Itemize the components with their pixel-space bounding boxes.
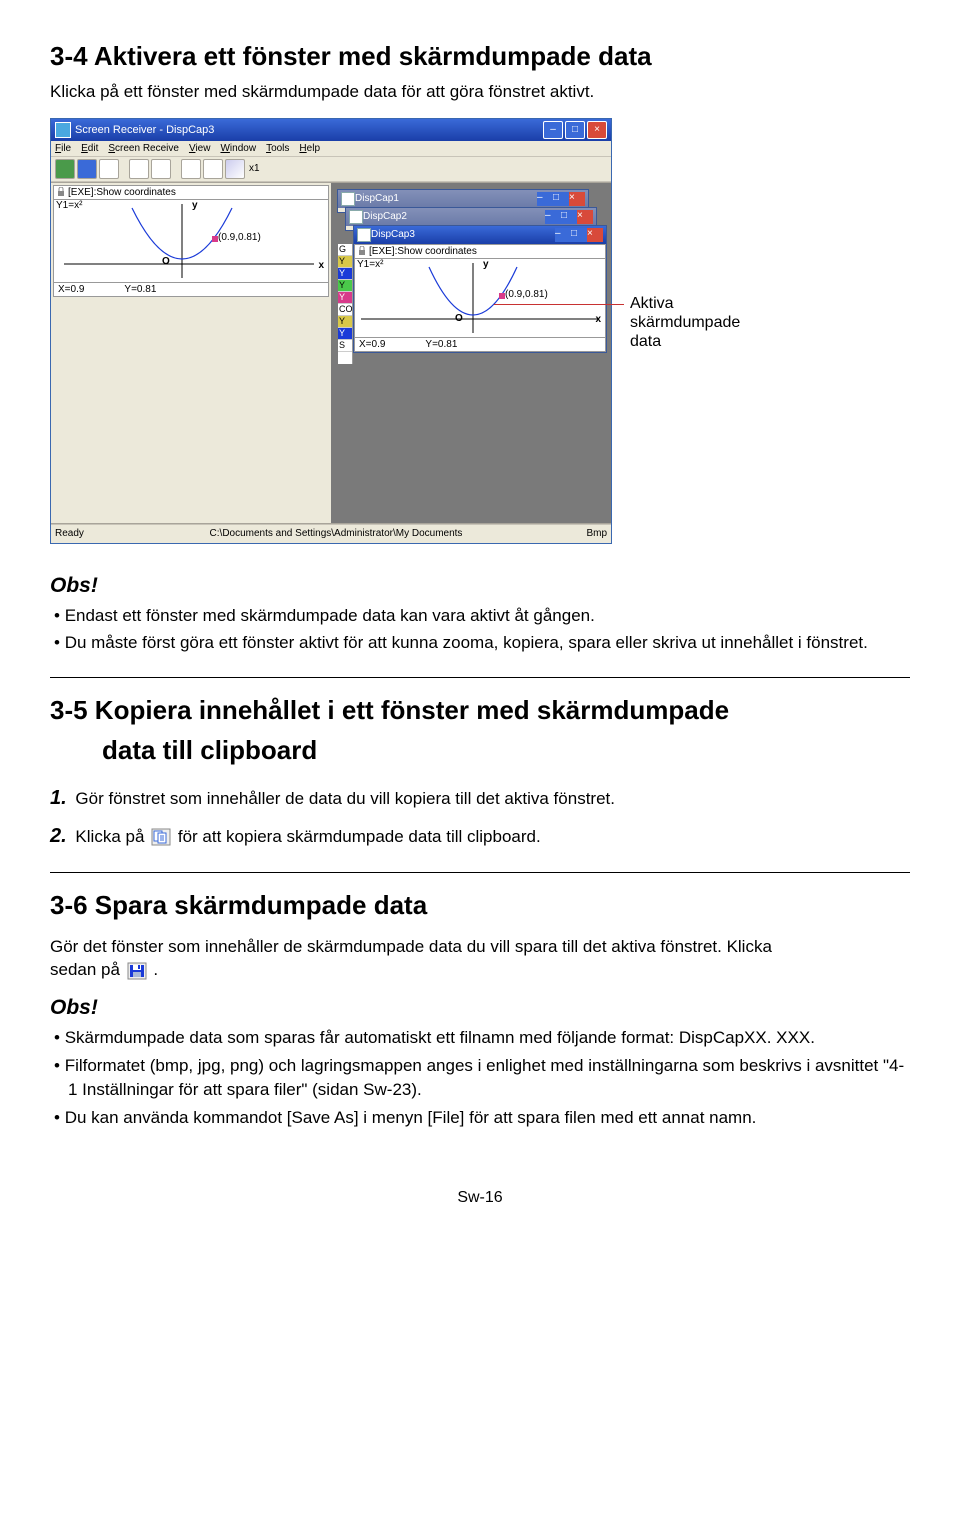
child-icon — [349, 210, 363, 224]
toolbar-btn[interactable] — [99, 159, 119, 179]
child-icon — [341, 192, 355, 206]
menu-edit[interactable]: Edit — [81, 143, 98, 154]
partial-sidebar: G Y Y Y Y CO Y Y S — [338, 244, 353, 364]
step1-text: Gör fönstret som innehåller de data du v… — [75, 789, 615, 808]
y-value: Y=0.81 — [124, 284, 156, 295]
child-close[interactable]: × — [577, 210, 593, 224]
lock-icon — [56, 187, 66, 197]
status-bar: Ready C:\Documents and Settings\Administ… — [51, 524, 611, 543]
toolbar-btn[interactable] — [77, 159, 97, 179]
calc-view-left: [EXE]:Show coordinates Y1=x² y O x (0.9,… — [53, 185, 329, 297]
screenshot-figure: Screen Receiver - DispCap3 – □ × File Ed… — [50, 118, 610, 544]
intro-a: Gör det fönster som innehåller de skärmd… — [50, 937, 772, 956]
menu-view[interactable]: View — [189, 143, 211, 154]
intro-b: sedan på — [50, 960, 125, 979]
menu-tools[interactable]: Tools — [266, 143, 289, 154]
step2-text-b: för att kopiera skärmdumpade data till c… — [178, 827, 541, 846]
toolbar-zoom-icon[interactable] — [225, 159, 245, 179]
app-title: Screen Receiver - DispCap3 — [75, 124, 214, 136]
child-min[interactable]: – — [545, 210, 561, 224]
status-path: C:\Documents and Settings\Administrator\… — [115, 528, 557, 539]
callout-line2: data — [630, 333, 661, 350]
note-34-list: Endast ett fönster med skärmdumpade data… — [50, 604, 910, 656]
parabola-curve — [54, 200, 324, 282]
save-icon — [127, 962, 147, 980]
child-close[interactable]: × — [587, 228, 603, 242]
section-3-6-intro: Gör det fönster som innehåller de skärmd… — [50, 935, 910, 983]
calc-head-text: [EXE]:Show coordinates — [68, 187, 176, 198]
app-window: Screen Receiver - DispCap3 – □ × File Ed… — [50, 118, 612, 544]
step-2: 2. Klicka på för att kopiera skärmdumpad… — [50, 822, 910, 850]
section-3-4-title: 3-4 Aktivera ett fönster med skärmdumpad… — [50, 40, 910, 74]
step1-num: 1. — [50, 787, 67, 809]
note-34-b1: Endast ett fönster med skärmdumpade data… — [54, 604, 910, 628]
minimize-button[interactable]: – — [543, 121, 563, 139]
section-3-5-title-b: data till clipboard — [50, 734, 910, 768]
close-button[interactable]: × — [587, 121, 607, 139]
note-head-34: Obs! — [50, 574, 910, 598]
menu-file[interactable]: File — [55, 143, 71, 154]
toolbar-btn[interactable] — [181, 159, 201, 179]
child-title-2: DispCap2 — [363, 211, 407, 222]
child-close[interactable]: × — [569, 192, 585, 206]
toolbar-btn[interactable] — [151, 159, 171, 179]
x-value: X=0.9 — [58, 284, 84, 295]
child-title-3: DispCap3 — [371, 229, 415, 240]
child-min[interactable]: – — [537, 192, 553, 206]
section-3-6-title: 3-6 Spara skärmdumpade data — [50, 889, 910, 923]
status-ready: Ready — [55, 528, 115, 539]
calc-view-child: [EXE]:Show coordinates Y1=x² y O x (0.9,… — [354, 244, 606, 352]
note-head-36: Obs! — [50, 996, 910, 1020]
app-titlebar: Screen Receiver - DispCap3 – □ × — [51, 119, 611, 141]
note-36-b1: Skärmdumpade data som sparas får automat… — [54, 1026, 910, 1050]
menu-bar: File Edit Screen Receive View Window Too… — [51, 141, 611, 157]
lock-icon — [357, 246, 367, 256]
child-window-3-active[interactable]: DispCap3 – □ × G Y Y Y Y — [353, 225, 607, 353]
status-format: Bmp — [557, 528, 607, 539]
callout-line1: Aktiva skärmdumpade — [630, 295, 740, 331]
menu-screen-receive[interactable]: Screen Receive — [108, 143, 179, 154]
child-max[interactable]: □ — [561, 210, 577, 224]
maximize-button[interactable]: □ — [565, 121, 585, 139]
app-icon — [55, 122, 71, 138]
step2-num: 2. — [50, 825, 67, 847]
callout: Aktiva skärmdumpade data — [624, 294, 740, 352]
toolbar-btn[interactable] — [55, 159, 75, 179]
child-title-1: DispCap1 — [355, 193, 399, 204]
divider — [50, 872, 910, 873]
step-1: 1. Gör fönstret som innehåller de data d… — [50, 784, 910, 812]
toolbar: x1 — [51, 157, 611, 182]
child-max[interactable]: □ — [553, 192, 569, 206]
toolbar-btn[interactable] — [203, 159, 223, 179]
menu-window[interactable]: Window — [220, 143, 256, 154]
page-number: Sw-16 — [50, 1189, 910, 1207]
child-icon — [357, 228, 371, 242]
divider — [50, 677, 910, 678]
menu-help[interactable]: Help — [299, 143, 320, 154]
section-3-5-title-a: 3-5 Kopiera innehållet i ett fönster med… — [50, 694, 910, 728]
parabola-curve — [355, 259, 605, 337]
note-36-b2: Filformatet (bmp, jpg, png) och lagrings… — [54, 1054, 910, 1102]
toolbar-btn[interactable] — [129, 159, 149, 179]
note-34-b2: Du måste först göra ett fönster aktivt f… — [54, 631, 910, 655]
right-pane: DispCap1 – □ × DispCap2 – □ × — [331, 183, 611, 523]
child-max[interactable]: □ — [571, 228, 587, 242]
copy-icon — [151, 828, 171, 846]
child-min[interactable]: – — [555, 228, 571, 242]
note-36-list: Skärmdumpade data som sparas får automat… — [50, 1026, 910, 1129]
toolbar-zoom-label: x1 — [249, 163, 260, 174]
left-pane: [EXE]:Show coordinates Y1=x² y O x (0.9,… — [51, 183, 331, 523]
step2-text-a: Klicka på — [75, 827, 149, 846]
section-3-4-intro: Klicka på ett fönster med skärmdumpade d… — [50, 80, 910, 104]
intro-c: . — [153, 960, 158, 979]
calc-head-text: [EXE]:Show coordinates — [369, 246, 477, 257]
note-36-b3: Du kan använda kommandot [Save As] i men… — [54, 1106, 910, 1130]
